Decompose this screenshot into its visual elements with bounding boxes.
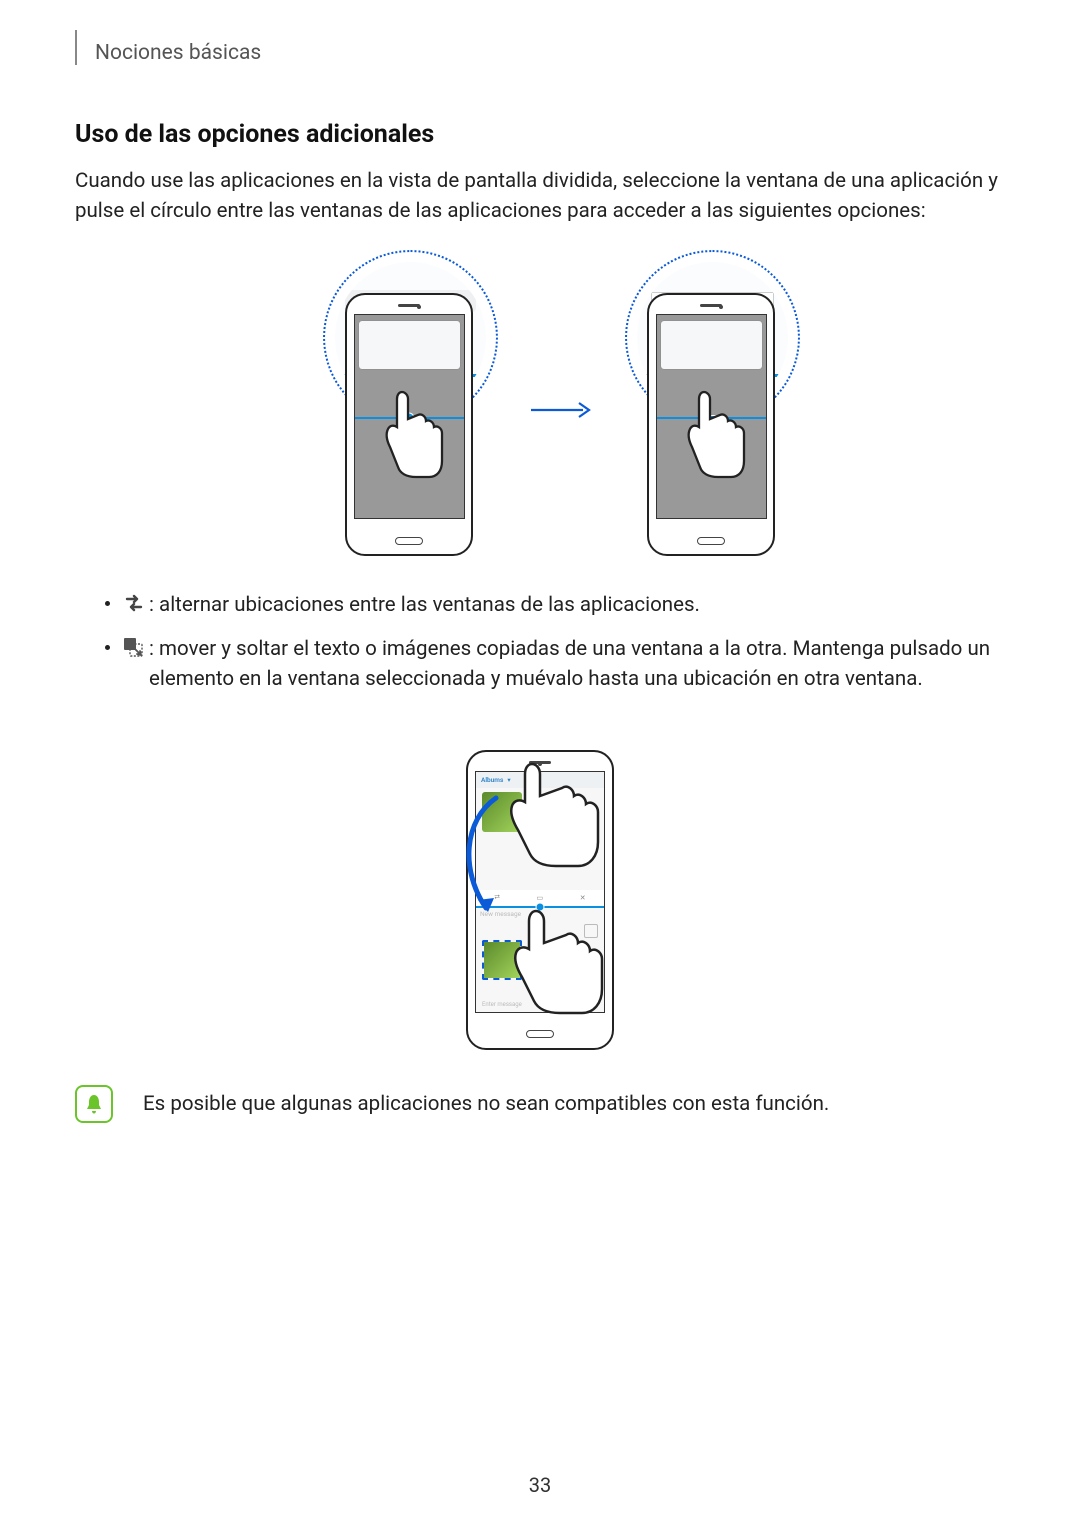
swap-windows-icon xyxy=(123,593,145,613)
figure-drag-content: Albums ▾ ⮂ ▭ ✕ New message xyxy=(75,720,1005,1050)
attach-icon xyxy=(584,924,598,938)
phone-illustration-drag: Albums ▾ ⮂ ▭ ✕ New message xyxy=(440,720,640,1050)
phone-illustration-right: ⮂ ▭⇲ ⤢ ⤡ ✕ xyxy=(631,256,791,556)
phone-screen xyxy=(354,314,465,519)
list-item: : mover y soltar el texto o imágenes cop… xyxy=(105,635,1005,694)
note-text: Es posible que algunas aplicaciones no s… xyxy=(143,1092,829,1116)
options-list: : alternar ubicaciones entre las ventana… xyxy=(75,591,1005,694)
close-icon: ✕ xyxy=(580,894,586,902)
phone-screen xyxy=(656,314,767,519)
breadcrumb: Nociones básicas xyxy=(95,41,261,65)
note-box: Es posible que algunas aplicaciones no s… xyxy=(75,1085,1005,1123)
phone-illustration-left xyxy=(329,256,489,556)
albums-label: Albums xyxy=(481,776,503,784)
enter-message-label: Enter message xyxy=(482,1001,522,1008)
figure-split-options: ⮂ ▭⇲ ⤢ ⤡ ✕ xyxy=(75,256,1005,556)
drop-target xyxy=(482,940,522,980)
arrow-right-icon xyxy=(529,383,591,430)
section-title: Uso de las opciones adicionales xyxy=(75,120,1005,149)
drag-content-icon xyxy=(123,637,145,657)
intro-paragraph: Cuando use las aplicaciones en la vista … xyxy=(75,167,1005,226)
bullet-dot xyxy=(105,645,110,650)
list-item-text: : alternar ubicaciones entre las ventana… xyxy=(149,593,700,617)
bullet-dot xyxy=(105,601,110,606)
drag-arrow-icon xyxy=(458,790,508,920)
drag-copy-icon: ▭ xyxy=(537,894,544,902)
page-header: Nociones básicas xyxy=(75,30,1005,65)
list-item: : alternar ubicaciones entre las ventana… xyxy=(105,591,1005,621)
note-bell-icon xyxy=(75,1085,113,1123)
page-number: 33 xyxy=(0,1473,1080,1497)
list-item-text: : mover y soltar el texto o imágenes cop… xyxy=(149,637,990,691)
